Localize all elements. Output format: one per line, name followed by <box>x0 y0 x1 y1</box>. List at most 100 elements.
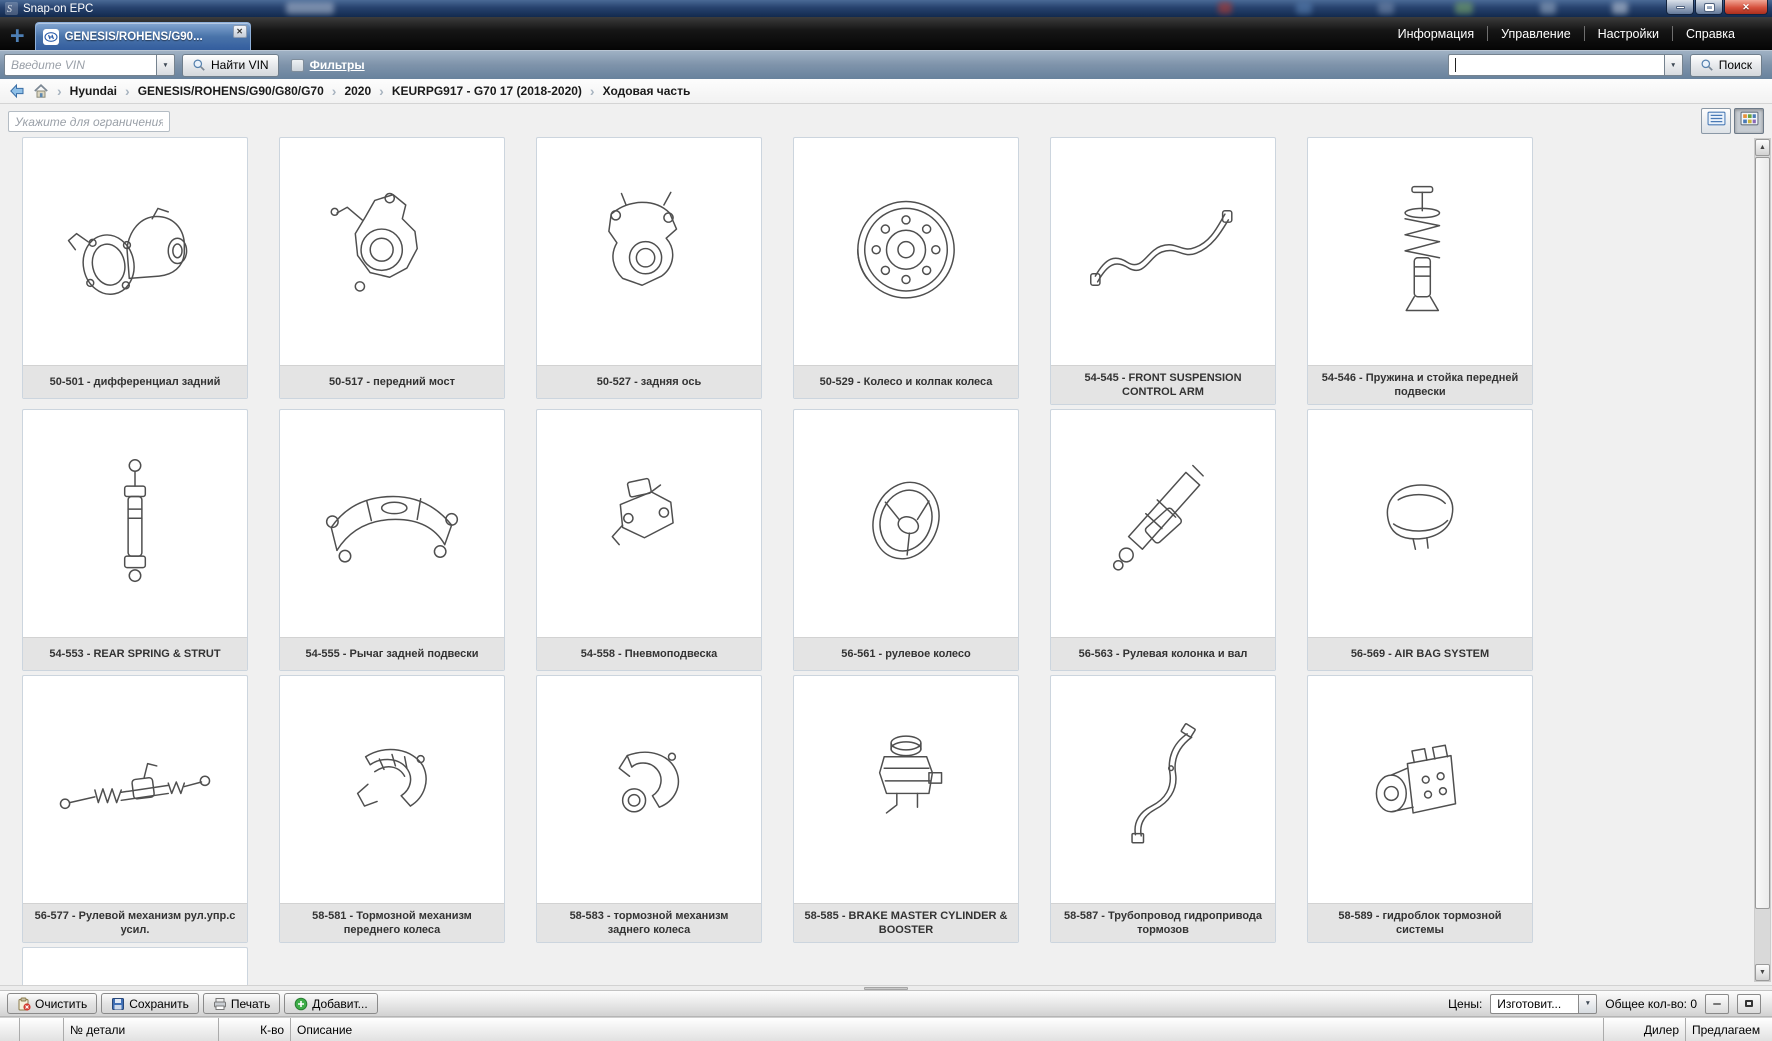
part-tile[interactable]: 54-555 - Рычаг задней подвески <box>279 409 505 671</box>
panel-minimize-button[interactable] <box>1705 994 1729 1014</box>
parts-search-combobox: ▼ <box>1448 54 1683 76</box>
titlebar-blur-decoration <box>1296 2 1312 14</box>
breadcrumb-item-model[interactable]: GENESIS/ROHENS/G90/G80/G70 <box>138 84 324 98</box>
print-icon <box>213 997 227 1011</box>
breadcrumb-item-make[interactable]: Hyundai <box>70 84 117 98</box>
new-tab-button[interactable]: + <box>10 25 25 47</box>
col-part-number[interactable]: № детали <box>64 1018 219 1041</box>
brake-lines-drawing <box>1051 676 1275 903</box>
breadcrumb-item-year[interactable]: 2020 <box>344 84 371 98</box>
part-tile[interactable]: 56-561 - рулевое колесо <box>793 409 1019 671</box>
filter-input[interactable] <box>8 111 170 132</box>
part-tile-label: 58-589 - гидроблок тормозной системы <box>1308 903 1532 942</box>
part-tile[interactable]: 58-589 - гидроблок тормозной системы <box>1307 675 1533 943</box>
prices-combobox: Изготовит... ▼ <box>1490 994 1597 1014</box>
part-tile[interactable]: 54-558 - Пневмоподвеска <box>536 409 762 671</box>
part-tile[interactable]: 54-553 - REAR SPRING & STRUT <box>22 409 248 671</box>
menu-information[interactable]: Информация <box>1385 27 1488 41</box>
search-button[interactable]: Поиск <box>1690 54 1762 77</box>
back-arrow-icon[interactable] <box>9 83 25 99</box>
part-tile-label: 58-581 - Тормозной механизм переднего ко… <box>280 903 504 942</box>
chevron-down-icon: ▼ <box>1585 1000 1591 1007</box>
find-vin-button[interactable]: Найти VIN <box>182 54 279 77</box>
vin-input[interactable] <box>4 54 156 76</box>
rear-knuckle-drawing <box>537 138 761 365</box>
prices-dropdown-button[interactable]: ▼ <box>1578 994 1597 1014</box>
breadcrumb-item-catalog[interactable]: KEURPG917 - G70 17 (2018-2020) <box>392 84 582 98</box>
col-offered[interactable]: Предлагаем <box>1686 1018 1772 1041</box>
view-toggle <box>1701 108 1764 134</box>
add-icon <box>294 997 308 1011</box>
window-maximize-button[interactable] <box>1695 0 1723 15</box>
scroll-down-button[interactable]: ▼ <box>1755 964 1770 981</box>
vin-combobox: ▼ <box>4 54 175 76</box>
clear-icon <box>17 997 31 1011</box>
scrollbar-thumb[interactable] <box>1755 157 1770 909</box>
part-tile[interactable]: 58-587 - Трубопровод гидропривода тормоз… <box>1050 675 1276 943</box>
wheel-drawing <box>794 138 1018 365</box>
part-tile-label: 54-553 - REAR SPRING & STRUT <box>23 637 247 670</box>
part-tile-label: 56-569 - AIR BAG SYSTEM <box>1308 637 1532 670</box>
col-qty[interactable]: К-во <box>219 1018 291 1041</box>
part-tile[interactable]: 50-529 - Колесо и колпак колеса <box>793 137 1019 399</box>
maximize-icon <box>1745 1000 1753 1007</box>
part-tile[interactable]: 50-501 - дифференциал задний <box>22 137 248 399</box>
close-icon: ✕ <box>1742 2 1750 13</box>
part-tile[interactable]: 54-546 - Пружина и стойка передней подве… <box>1307 137 1533 405</box>
home-icon[interactable] <box>33 83 49 99</box>
tab-bar: + GENESIS/ROHENS/G90... ✕ Информация Упр… <box>0 17 1772 50</box>
filters-label[interactable]: Фильтры <box>310 58 365 72</box>
parts-search-input[interactable] <box>1448 54 1664 76</box>
menu-help[interactable]: Справка <box>1673 27 1748 41</box>
print-button[interactable]: Печать <box>203 993 280 1014</box>
vertical-scrollbar[interactable]: ▲ ▼ <box>1754 138 1771 982</box>
list-view-icon <box>1707 111 1726 131</box>
parts-list-toolbar: Очистить Сохранить Печать Добавит... Цен… <box>0 991 1772 1017</box>
list-view-button[interactable] <box>1701 108 1731 134</box>
part-tile[interactable]: 58-583 - тормозной механизм заднего коле… <box>536 675 762 943</box>
stabilizer-bar-drawing <box>1051 138 1275 365</box>
clear-label: Очистить <box>35 997 87 1011</box>
col-dealer[interactable]: Дилер <box>1604 1018 1686 1041</box>
tab-genesis[interactable]: GENESIS/ROHENS/G90... ✕ <box>35 22 251 50</box>
part-tile-label: 54-555 - Рычаг задней подвески <box>280 637 504 670</box>
breadcrumb-item-section[interactable]: Ходовая часть <box>603 84 691 98</box>
titlebar-blur-decoration <box>1218 2 1232 14</box>
menu-settings[interactable]: Настройки <box>1585 27 1672 41</box>
part-tile-label: 58-583 - тормозной механизм заднего коле… <box>537 903 761 942</box>
prices-select[interactable]: Изготовит... <box>1490 994 1578 1014</box>
part-tile[interactable]: 56-563 - Рулевая колонка и вал <box>1050 409 1276 671</box>
master-cylinder-drawing <box>794 676 1018 903</box>
part-tile[interactable]: 56-577 - Рулевой механизм рул.упр.с усил… <box>22 675 248 943</box>
prices-label: Цены: <box>1448 997 1482 1011</box>
add-button[interactable]: Добавит... <box>284 993 377 1014</box>
part-tile[interactable]: 54-545 - FRONT SUSPENSION CONTROL ARM <box>1050 137 1276 405</box>
part-tile[interactable]: 58-581 - Тормозной механизм переднего ко… <box>279 675 505 943</box>
filters-checkbox[interactable] <box>291 59 304 72</box>
window-close-button[interactable]: ✕ <box>1724 0 1768 15</box>
window-minimize-button[interactable] <box>1666 0 1694 15</box>
part-tile[interactable]: 56-569 - AIR BAG SYSTEM <box>1307 409 1533 671</box>
tab-close-icon[interactable]: ✕ <box>233 25 247 38</box>
col-description[interactable]: Описание <box>291 1018 1604 1041</box>
panel-maximize-button[interactable] <box>1737 994 1761 1014</box>
vin-dropdown-button[interactable]: ▼ <box>156 54 175 76</box>
total-qty: Общее кол-во: 0 <box>1605 997 1697 1011</box>
clear-button[interactable]: Очистить <box>7 993 97 1014</box>
search-dropdown-button[interactable]: ▼ <box>1664 54 1683 76</box>
part-tile[interactable]: 58-585 - BRAKE MASTER CYLINDER & BOOSTER <box>793 675 1019 943</box>
part-tile-partial[interactable] <box>22 947 248 985</box>
menu-management[interactable]: Управление <box>1488 27 1584 41</box>
search-icon <box>1700 58 1714 72</box>
part-tile[interactable]: 50-527 - задняя ось <box>536 137 762 399</box>
scroll-up-button[interactable]: ▲ <box>1755 139 1770 156</box>
part-tile-label: 54-558 - Пневмоподвеска <box>537 637 761 670</box>
titlebar-blur-decoration <box>286 2 334 14</box>
part-tile-label: 56-577 - Рулевой механизм рул.упр.с усил… <box>23 903 247 942</box>
part-tile[interactable]: 50-517 - передний мост <box>279 137 505 399</box>
grid-view-button[interactable] <box>1734 108 1764 134</box>
save-button[interactable]: Сохранить <box>101 993 199 1014</box>
maximize-icon <box>1705 4 1714 11</box>
window-title: Snap-on EPC <box>23 3 93 15</box>
search-icon <box>192 58 206 72</box>
